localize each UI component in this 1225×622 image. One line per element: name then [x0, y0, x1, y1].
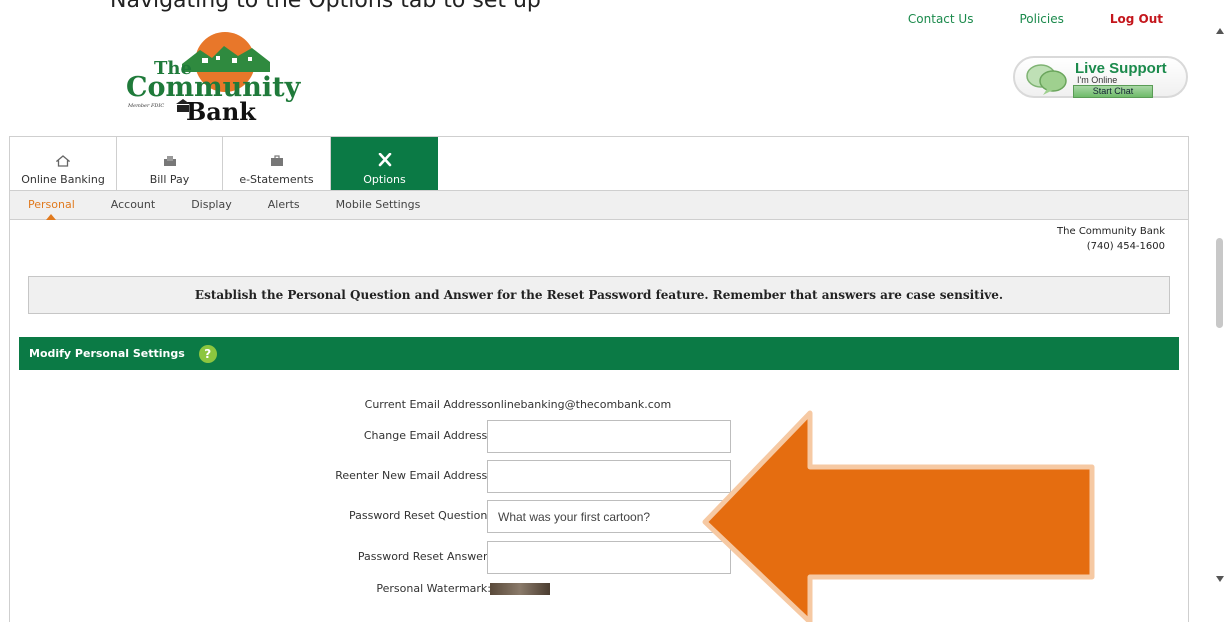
home-icon	[56, 155, 70, 167]
tab-label: Bill Pay	[149, 173, 190, 186]
sub-tab-account[interactable]: Account	[93, 190, 173, 220]
section-header: Modify Personal Settings ?	[19, 337, 1179, 370]
scrollbar-thumb[interactable]	[1216, 238, 1223, 328]
scroll-up-icon[interactable]	[1216, 28, 1224, 34]
section-title: Modify Personal Settings	[29, 347, 185, 360]
instruction-notice: Establish the Personal Question and Answ…	[28, 276, 1170, 314]
change-email-input[interactable]	[487, 420, 731, 453]
bank-logo[interactable]: The Community Bank Member FDIC	[120, 24, 310, 124]
bank-phone: (740) 454-1600	[1086, 241, 1165, 252]
chat-bubble-icon	[1026, 64, 1067, 95]
reset-answer-input[interactable]	[487, 541, 731, 574]
sub-tab-mobile-settings[interactable]: Mobile Settings	[318, 190, 439, 220]
current-email-label: Current Email Address:	[364, 398, 491, 411]
tab-online-banking[interactable]: Online Banking	[10, 137, 117, 190]
main-nav-tabs: Online Banking Bill Pay e-Statements Opt…	[9, 136, 1189, 190]
sub-tab-display[interactable]: Display	[173, 190, 250, 220]
watermark-label: Personal Watermark:	[376, 582, 491, 595]
bank-name: The Community Bank	[1057, 226, 1165, 237]
briefcase-icon	[270, 155, 283, 166]
log-out-link[interactable]: Log Out	[1110, 12, 1163, 26]
reset-question-input[interactable]	[487, 500, 731, 533]
sub-nav-tabs: Personal Account Display Alerts Mobile S…	[9, 190, 1189, 220]
help-icon[interactable]: ?	[198, 344, 217, 363]
live-support-status: I'm Online	[1077, 75, 1118, 85]
change-email-label: Change Email Address:	[363, 429, 491, 442]
sub-tab-personal[interactable]: Personal	[10, 190, 93, 220]
tab-label: Online Banking	[21, 173, 105, 186]
vertical-scrollbar[interactable]	[1211, 0, 1225, 622]
reenter-email-input[interactable]	[487, 460, 731, 493]
tools-icon	[378, 153, 391, 167]
bill-pay-icon	[163, 156, 176, 166]
reset-question-label: Password Reset Question:	[348, 509, 491, 522]
tab-options[interactable]: Options	[331, 137, 438, 190]
reset-answer-label: Password Reset Answer:	[357, 550, 491, 563]
bank-contact-info: The Community Bank (740) 454-1600	[1057, 224, 1165, 254]
tab-e-statements[interactable]: e-Statements	[223, 137, 331, 190]
policies-link[interactable]: Policies	[1019, 12, 1063, 26]
contact-us-link[interactable]: Contact Us	[908, 12, 974, 26]
scroll-down-icon[interactable]	[1216, 576, 1224, 582]
tab-label: e-Statements	[239, 173, 314, 186]
page-caption: Navigating to the Options tab to set up	[110, 0, 541, 13]
tab-label: Options	[363, 173, 406, 186]
logo-bank: Bank	[186, 97, 257, 124]
header-links: Contact Us Policies Log Out	[908, 12, 1163, 26]
live-support-widget[interactable]: Live Support I'm Online Start Chat	[1013, 56, 1188, 98]
reenter-email-label: Reenter New Email Address:	[335, 469, 491, 482]
personal-watermark-image[interactable]	[490, 583, 550, 595]
logo-member-fdic: Member FDIC	[127, 103, 164, 109]
tab-bill-pay[interactable]: Bill Pay	[117, 137, 223, 190]
current-email-value: onlinebanking@thecombank.com	[487, 398, 672, 411]
sub-tab-alerts[interactable]: Alerts	[250, 190, 318, 220]
content-panel: The Community Bank (740) 454-1600 Establ…	[9, 220, 1189, 622]
start-chat-button[interactable]: Start Chat	[1073, 85, 1153, 98]
